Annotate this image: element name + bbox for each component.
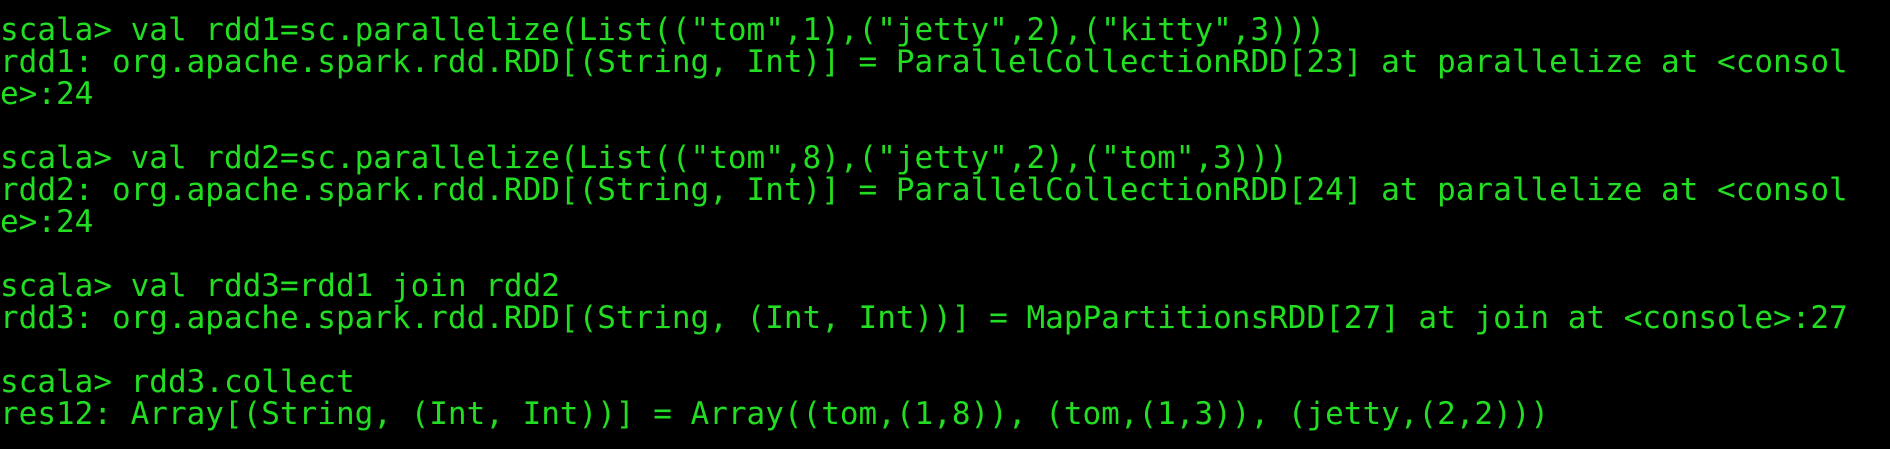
terminal-line-output: e>:24 bbox=[0, 76, 94, 112]
terminal-line-command: scala> val rdd2=sc.parallelize(List(("to… bbox=[0, 140, 1288, 176]
terminal-window[interactable]: scala> val rdd1=sc.parallelize(List(("to… bbox=[0, 0, 1890, 449]
terminal-line-output: rdd2: org.apache.spark.rdd.RDD[(String, … bbox=[0, 172, 1848, 208]
terminal-line-output: res12: Array[(String, (Int, Int))] = Arr… bbox=[0, 396, 1550, 432]
terminal-line-command: scala> val rdd3=rdd1 join rdd2 bbox=[0, 268, 560, 304]
terminal-line-output: e>:24 bbox=[0, 204, 94, 240]
terminal-line-command: scala> rdd3.collect bbox=[0, 364, 355, 400]
terminal-line-output: rdd3: org.apache.spark.rdd.RDD[(String, … bbox=[0, 300, 1848, 336]
terminal-line-output: rdd1: org.apache.spark.rdd.RDD[(String, … bbox=[0, 44, 1848, 80]
terminal-line-command: scala> val rdd1=sc.parallelize(List(("to… bbox=[0, 12, 1326, 48]
